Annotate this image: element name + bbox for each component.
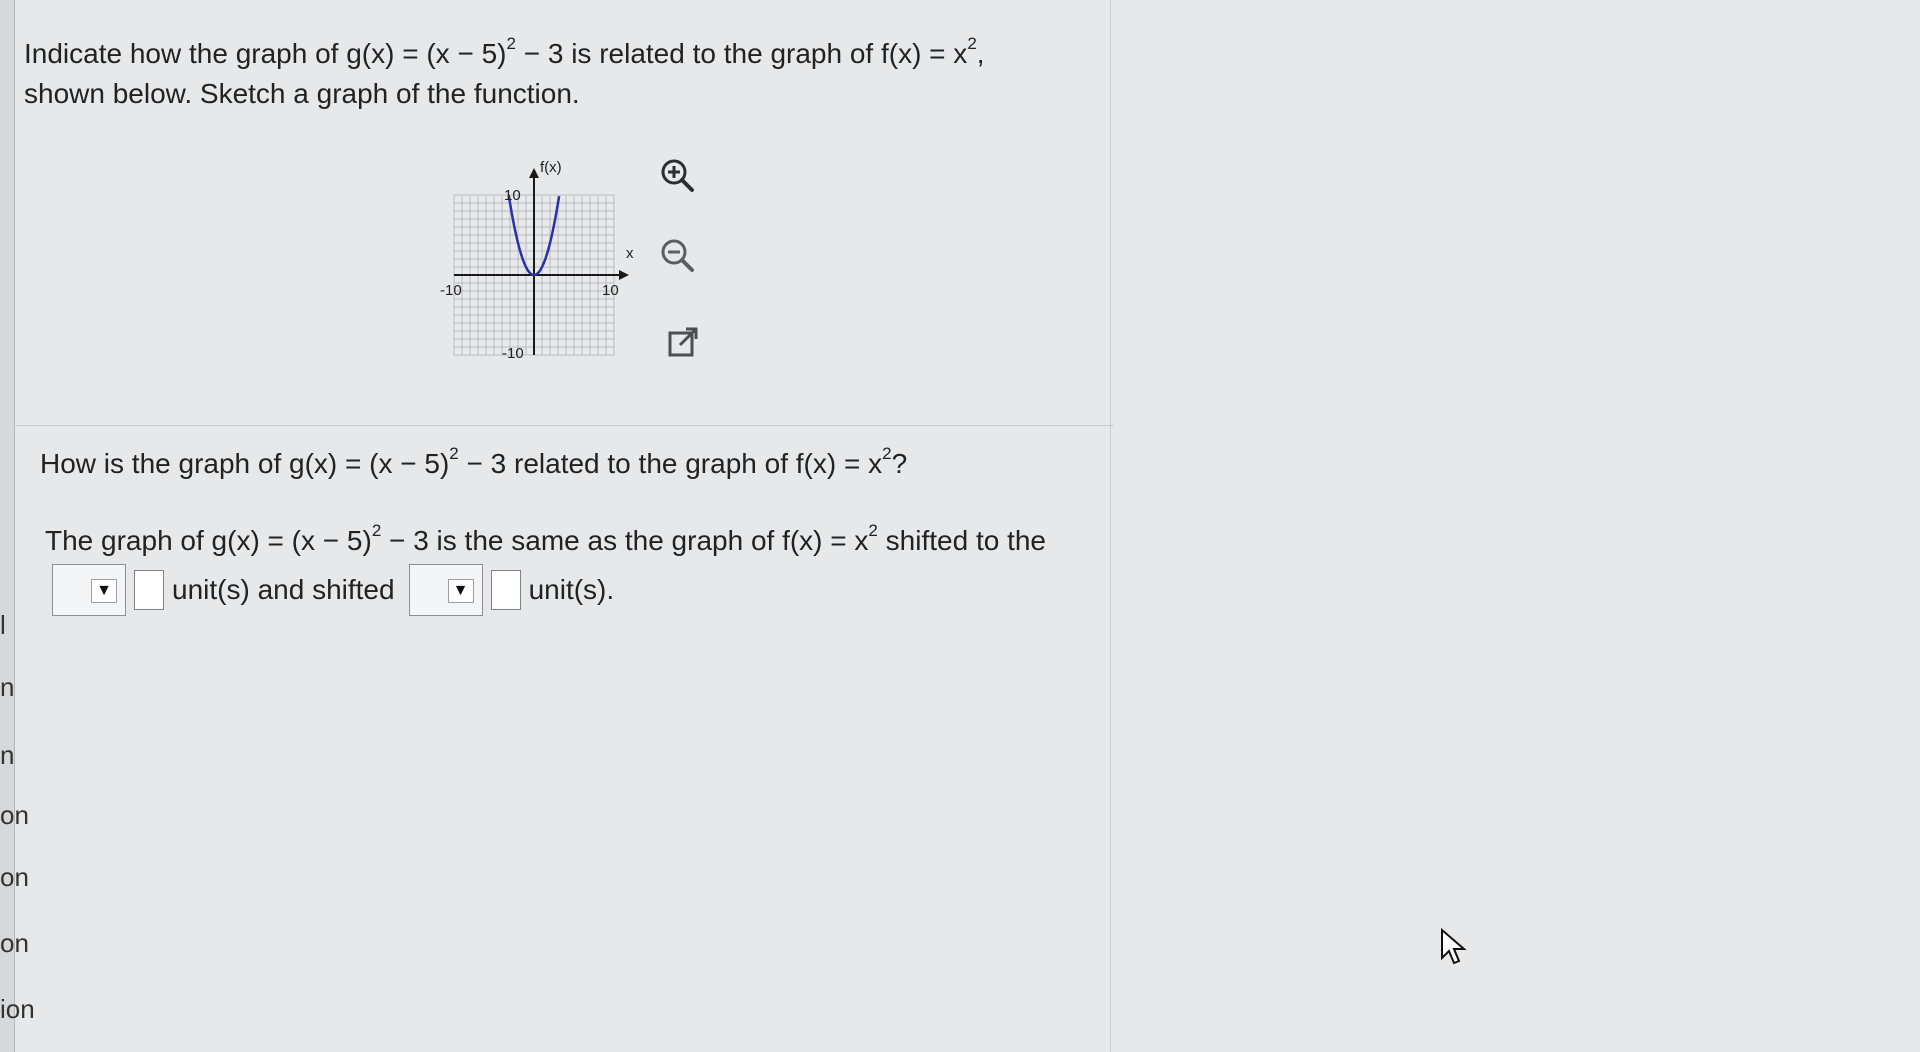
rail-item[interactable]: on (0, 800, 40, 831)
graph-svg: f(x) x 10 -10 -10 10 (440, 159, 634, 362)
answer-inputs-row: ▼ unit(s) and shifted ▼ unit(s). (52, 562, 614, 618)
exponent: 2 (449, 444, 459, 463)
chevron-down-icon[interactable]: ▼ (447, 579, 474, 603)
answer-part: shifted to the (877, 525, 1046, 556)
rail-item[interactable]: ion (0, 994, 40, 1025)
units-input-1[interactable] (134, 570, 164, 610)
direction-dropdown-2[interactable]: ▼ (408, 564, 483, 616)
direction-dropdown-1[interactable]: ▼ (52, 564, 126, 616)
exponent: 2 (868, 521, 878, 540)
question-part: ? (891, 448, 908, 479)
question-text: How is the graph of g(x) = (x − 5)2 − 3 … (40, 445, 908, 480)
tick-label-bottom: -10 (502, 345, 524, 362)
exponent: 2 (506, 34, 516, 53)
tick-label-top: 10 (504, 187, 521, 204)
problem-prompt: Indicate how the graph of g(x) = (x − 5)… (24, 34, 1084, 114)
prompt-text: shown below. Sketch a graph of the funct… (24, 78, 580, 109)
y-axis-arrow (529, 168, 539, 178)
rail-item[interactable]: on (0, 928, 40, 959)
popout-icon[interactable] (659, 318, 707, 366)
rail-item[interactable]: on (0, 862, 40, 893)
graph-figure: f(x) x 10 -10 -10 10 (424, 150, 664, 380)
panel-divider (1110, 0, 1111, 1052)
unit-label-1: unit(s) and shifted (172, 574, 395, 605)
answer-part: The graph of g(x) = (x − 5) (45, 525, 372, 556)
prompt-text: − 3 is related to the graph of f(x) = x (515, 38, 968, 69)
exponent: 2 (882, 444, 892, 463)
unit-label-2: unit(s). (528, 574, 615, 605)
x-axis-label: x (626, 245, 634, 262)
units-input-2[interactable] (490, 570, 521, 610)
x-axis-arrow (619, 270, 629, 280)
mouse-pointer-icon (1440, 927, 1468, 971)
question-part: How is the graph of g(x) = (x − 5) (40, 448, 450, 479)
prompt-text: , (976, 38, 985, 69)
rail-item[interactable]: n (0, 672, 40, 703)
exponent: 2 (371, 521, 382, 540)
rail-item[interactable]: l (0, 610, 40, 641)
chevron-down-icon[interactable]: ▼ (91, 579, 117, 603)
zoom-in-icon[interactable] (654, 152, 702, 200)
zoom-out-icon[interactable] (654, 232, 702, 280)
tick-label-right: 10 (602, 282, 619, 299)
prompt-text: Indicate how the graph of g(x) = (x − 5) (24, 38, 507, 69)
problem-panel: Indicate how the graph of g(x) = (x − 5)… (14, 0, 1114, 426)
y-axis-label: f(x) (540, 159, 562, 176)
question-part: − 3 related to the graph of f(x) = x (458, 448, 883, 479)
left-rail (0, 0, 15, 1052)
answer-part: − 3 is the same as the graph of f(x) = x (381, 525, 869, 556)
rail-item[interactable]: n (0, 740, 40, 771)
exponent: 2 (967, 34, 977, 53)
tick-label-left: -10 (440, 282, 462, 299)
answer-sentence: The graph of g(x) = (x − 5)2 − 3 is the … (45, 522, 1046, 557)
